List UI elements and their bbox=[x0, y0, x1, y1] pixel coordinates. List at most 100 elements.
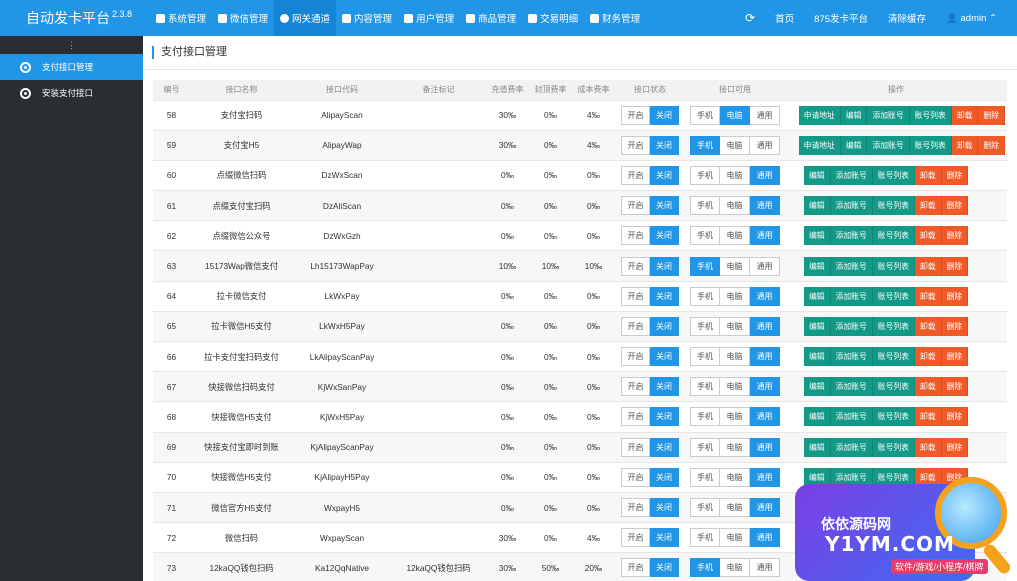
avail-mobile-button[interactable]: 手机 bbox=[690, 226, 720, 246]
add-account-button[interactable]: 添加账号 bbox=[830, 196, 873, 216]
status-off-button[interactable]: 关闭 bbox=[650, 286, 679, 306]
edit-button[interactable]: 编辑 bbox=[804, 377, 831, 397]
status-on-button[interactable]: 开启 bbox=[621, 105, 650, 125]
delete-button[interactable]: 删除 bbox=[941, 407, 969, 427]
apply-button[interactable]: 申请地址 bbox=[798, 105, 841, 125]
avail-all-button[interactable]: 通用 bbox=[750, 377, 780, 397]
status-on-button[interactable]: 开启 bbox=[621, 498, 650, 518]
status-off-button[interactable]: 关闭 bbox=[650, 226, 679, 246]
delete-button[interactable]: 删除 bbox=[941, 437, 969, 457]
edit-button[interactable]: 编辑 bbox=[804, 286, 831, 306]
add-account-button[interactable]: 添加账号 bbox=[830, 226, 873, 246]
status-off-button[interactable]: 关闭 bbox=[650, 528, 679, 548]
uninstall-button[interactable]: 卸载 bbox=[914, 165, 942, 185]
uninstall-button[interactable]: 卸载 bbox=[951, 135, 979, 155]
avail-pc-button[interactable]: 电脑 bbox=[720, 467, 750, 487]
avail-pc-button[interactable]: 电脑 bbox=[720, 407, 750, 427]
sidebar-toggle[interactable]: ⋮ bbox=[0, 36, 143, 54]
avail-mobile-button[interactable]: 手机 bbox=[690, 467, 720, 487]
delete-button[interactable]: 删除 bbox=[978, 105, 1005, 125]
avail-all-button[interactable]: 通用 bbox=[750, 135, 780, 155]
account-list-button[interactable]: 账号列表 bbox=[872, 165, 915, 185]
uninstall-button[interactable]: 卸载 bbox=[914, 226, 942, 246]
account-list-button[interactable]: 账号列表 bbox=[872, 347, 915, 367]
avail-all-button[interactable]: 通用 bbox=[750, 316, 780, 336]
account-list-button[interactable]: 账号列表 bbox=[872, 286, 915, 306]
avail-mobile-button[interactable]: 手机 bbox=[690, 165, 720, 185]
account-list-button[interactable]: 账号列表 bbox=[872, 377, 915, 397]
delete-button[interactable]: 删除 bbox=[941, 286, 969, 306]
account-list-button[interactable]: 账号列表 bbox=[872, 196, 915, 216]
status-on-button[interactable]: 开启 bbox=[621, 226, 650, 246]
edit-button[interactable]: 编辑 bbox=[804, 407, 831, 427]
status-off-button[interactable]: 关闭 bbox=[650, 377, 679, 397]
apply-button[interactable]: 申请地址 bbox=[798, 135, 841, 155]
status-off-button[interactable]: 关闭 bbox=[650, 256, 679, 276]
delete-button[interactable]: 删除 bbox=[941, 316, 969, 336]
add-account-button[interactable]: 添加账号 bbox=[830, 407, 873, 427]
status-off-button[interactable]: 关闭 bbox=[650, 135, 679, 155]
uninstall-button[interactable]: 卸载 bbox=[914, 347, 942, 367]
avail-pc-button[interactable]: 电脑 bbox=[720, 165, 750, 185]
sidebar-item-1[interactable]: 安装支付接口 bbox=[0, 80, 143, 106]
edit-button[interactable]: 编辑 bbox=[840, 135, 868, 155]
sidebar-item-0[interactable]: 支付接口管理 bbox=[0, 54, 143, 80]
delete-button[interactable]: 删除 bbox=[941, 347, 969, 367]
status-on-button[interactable]: 开启 bbox=[621, 377, 650, 397]
avail-pc-button[interactable]: 电脑 bbox=[720, 135, 750, 155]
add-account-button[interactable]: 添加账号 bbox=[830, 316, 873, 336]
add-account-button[interactable]: 添加账号 bbox=[830, 256, 873, 276]
nav-item-0[interactable]: 系统管理 bbox=[150, 0, 212, 36]
site-link[interactable]: 875发卡平台 bbox=[804, 11, 878, 25]
account-list-button[interactable]: 账号列表 bbox=[872, 437, 915, 457]
status-on-button[interactable]: 开启 bbox=[621, 165, 650, 185]
avail-pc-button[interactable]: 电脑 bbox=[720, 226, 750, 246]
avail-mobile-button[interactable]: 手机 bbox=[690, 256, 720, 276]
avail-all-button[interactable]: 通用 bbox=[750, 226, 780, 246]
status-on-button[interactable]: 开启 bbox=[621, 558, 650, 578]
avail-pc-button[interactable]: 电脑 bbox=[720, 558, 750, 578]
nav-item-6[interactable]: 交易明细 bbox=[522, 0, 584, 36]
nav-item-1[interactable]: 微信管理 bbox=[212, 0, 274, 36]
edit-button[interactable]: 编辑 bbox=[804, 256, 831, 276]
uninstall-button[interactable]: 卸载 bbox=[914, 316, 942, 336]
nav-item-3[interactable]: 内容管理 bbox=[336, 0, 398, 36]
status-off-button[interactable]: 关闭 bbox=[650, 407, 679, 427]
status-on-button[interactable]: 开启 bbox=[621, 196, 650, 216]
status-on-button[interactable]: 开启 bbox=[621, 407, 650, 427]
avail-mobile-button[interactable]: 手机 bbox=[690, 196, 720, 216]
delete-button[interactable]: 删除 bbox=[941, 165, 969, 185]
uninstall-button[interactable]: 卸载 bbox=[914, 407, 942, 427]
avail-mobile-button[interactable]: 手机 bbox=[690, 407, 720, 427]
avail-mobile-button[interactable]: 手机 bbox=[690, 498, 720, 518]
status-on-button[interactable]: 开启 bbox=[621, 135, 650, 155]
account-list-button[interactable]: 账号列表 bbox=[909, 135, 952, 155]
avail-mobile-button[interactable]: 手机 bbox=[690, 135, 720, 155]
edit-button[interactable]: 编辑 bbox=[804, 196, 831, 216]
add-account-button[interactable]: 添加账号 bbox=[830, 437, 873, 457]
avail-all-button[interactable]: 通用 bbox=[750, 437, 780, 457]
nav-item-2[interactable]: 网关通道 bbox=[274, 0, 337, 36]
account-list-button[interactable]: 账号列表 bbox=[872, 226, 915, 246]
edit-button[interactable]: 编辑 bbox=[804, 347, 831, 367]
avail-mobile-button[interactable]: 手机 bbox=[690, 377, 720, 397]
delete-button[interactable]: 删除 bbox=[941, 196, 969, 216]
nav-item-7[interactable]: 财务管理 bbox=[584, 0, 646, 36]
status-off-button[interactable]: 关闭 bbox=[650, 437, 679, 457]
account-list-button[interactable]: 账号列表 bbox=[872, 316, 915, 336]
add-account-button[interactable]: 添加账号 bbox=[830, 347, 873, 367]
avail-pc-button[interactable]: 电脑 bbox=[720, 528, 750, 548]
account-list-button[interactable]: 账号列表 bbox=[872, 407, 915, 427]
avail-all-button[interactable]: 通用 bbox=[750, 407, 780, 427]
avail-mobile-button[interactable]: 手机 bbox=[690, 347, 720, 367]
avail-pc-button[interactable]: 电脑 bbox=[720, 286, 750, 306]
add-account-button[interactable]: 添加账号 bbox=[830, 165, 873, 185]
edit-button[interactable]: 编辑 bbox=[804, 316, 831, 336]
status-off-button[interactable]: 关闭 bbox=[650, 165, 679, 185]
nav-item-4[interactable]: 用户管理 bbox=[398, 0, 460, 36]
status-off-button[interactable]: 关闭 bbox=[650, 558, 679, 578]
add-account-button[interactable]: 添加账号 bbox=[830, 377, 873, 397]
status-off-button[interactable]: 关闭 bbox=[650, 196, 679, 216]
add-account-button[interactable]: 添加账号 bbox=[867, 105, 910, 125]
status-on-button[interactable]: 开启 bbox=[621, 528, 650, 548]
